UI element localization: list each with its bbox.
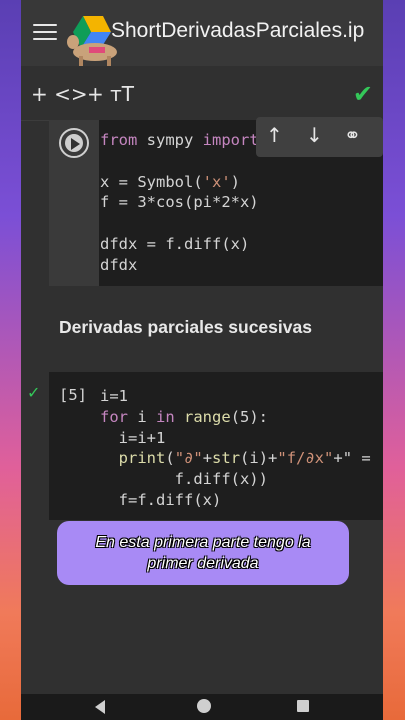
arrow-up-icon[interactable]: ↑ [266,123,283,147]
executed-check-icon: ✓ [27,383,41,402]
notebook-title[interactable]: ShortDerivadasParciales.ip [111,19,364,43]
video-caption: En esta primera parte tengo la primer de… [57,521,349,585]
code-line: dfdx [100,255,138,274]
code-line: from sympy import * [100,131,277,149]
play-icon [71,138,80,150]
code-line: f = 3*cos(pi*2*x) [100,193,259,212]
home-icon[interactable] [197,699,211,713]
add-code-cell-button[interactable]: + <> [31,82,88,106]
code-line: i=1 [100,387,128,405]
cell-2-code[interactable]: i=1 for i in range(5): i=i+1 print("∂"+s… [100,386,371,511]
code-line: i=i+1 [100,428,166,447]
code-line: print("∂"+str(i)+"f/∂x"+" = [118,449,371,468]
notebook-toolbar: + <> + тT ✔ [21,66,383,121]
recent-apps-icon[interactable] [297,700,309,712]
code-line: x = Symbol('x') [100,172,240,191]
link-icon[interactable]: ⚭ [344,123,361,147]
back-icon[interactable] [95,700,105,714]
code-line: f.diff(x)) [100,470,268,489]
code-line: f=f.diff(x) [100,490,222,509]
connected-check-icon[interactable]: ✔ [353,80,373,108]
phone-screen: ShortDerivadasParciales.ip + <> + тT ✔ f… [21,0,383,720]
cell-1-code[interactable]: from sympy import * x = Symbol('x') f = … [100,130,277,276]
code-line: for i in range(5): [100,407,269,426]
add-text-cell-button[interactable]: + тT [87,82,134,106]
app-header: ShortDerivadasParciales.ip [21,0,383,67]
android-nav-bar [21,694,383,720]
section-heading: Derivadas parciales sucesivas [59,317,312,337]
code-line: dfdx = f.diff(x) [100,234,250,253]
execution-count: [5] [59,386,87,404]
caption-line-2: primer derivada [147,555,259,572]
run-cell-button[interactable] [59,128,89,158]
hamburger-menu-icon[interactable] [33,24,57,42]
arrow-down-icon[interactable]: ↓ [306,123,323,147]
caption-line-1: En esta primera parte tengo la [95,534,311,551]
cell-action-toolbar: ↑ ↓ ⚭ [256,117,383,157]
